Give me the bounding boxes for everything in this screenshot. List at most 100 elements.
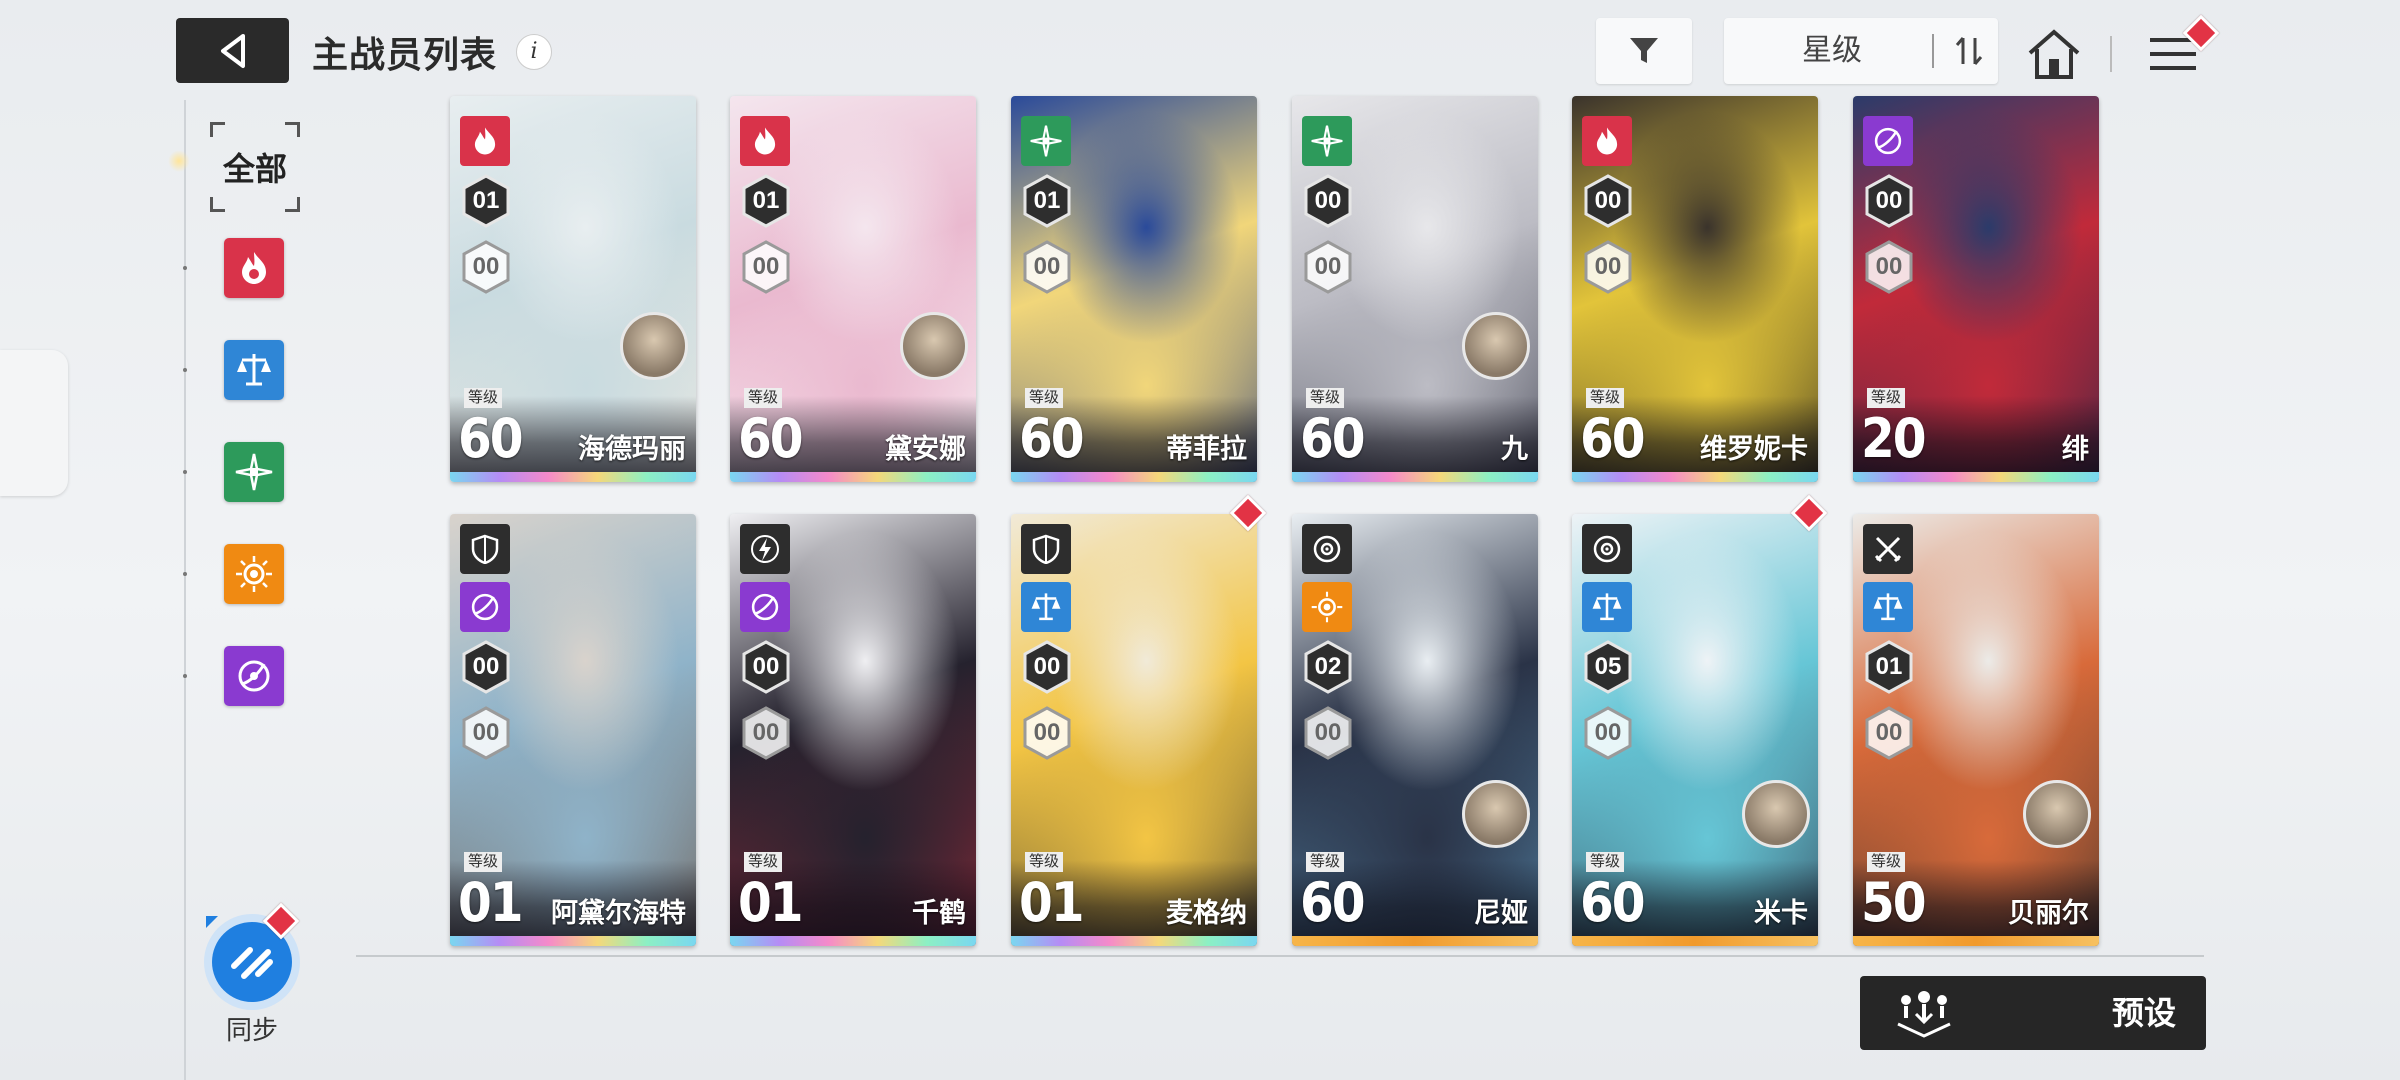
character-card[interactable]: 00 00 等级 60 维罗妮卡: [1572, 96, 1818, 482]
sync-button[interactable]: [200, 902, 304, 1014]
sub-rank-badge: 00: [1863, 706, 1915, 760]
selected-glow-icon: [168, 150, 190, 172]
rarity-stripe: [450, 472, 696, 482]
level-value: 60: [1580, 407, 1646, 470]
character-name: 黛安娜: [885, 434, 966, 464]
character-card[interactable]: 00 00 等级 20 绯: [1853, 96, 2099, 482]
filter-wind-button[interactable]: [224, 442, 284, 502]
level-tag: 等级: [744, 852, 783, 872]
sidebar-dot: [183, 266, 187, 270]
back-button[interactable]: [176, 18, 289, 83]
character-name: 维罗妮卡: [1700, 434, 1808, 464]
sidebar-dot: [183, 470, 187, 474]
menu-button[interactable]: [2136, 14, 2220, 86]
character-card[interactable]: 00 00 等级 01 阿黛尔海特: [450, 514, 696, 946]
rarity-stripe: [1011, 936, 1257, 946]
level-tag: 等级: [1586, 388, 1625, 408]
character-card[interactable]: 01 00 等级 50 贝丽尔: [1853, 514, 2099, 946]
crossed-swords-icon: [1863, 524, 1913, 574]
rank-badge: 00: [740, 640, 792, 694]
character-card[interactable]: 00 00 等级 01 千鹤: [730, 514, 976, 946]
left-edge-tab[interactable]: [0, 350, 68, 496]
rarity-stripe: [1011, 472, 1257, 482]
page-title: 主战员列表: [312, 34, 498, 75]
character-card[interactable]: 01 00 等级 60 海德玛丽: [450, 96, 696, 482]
fire-element-icon: [460, 116, 510, 166]
sidebar-dot: [183, 572, 187, 576]
home-button[interactable]: [2022, 24, 2086, 84]
filter-electric-button[interactable]: [224, 544, 284, 604]
wind-element-icon: [1021, 116, 1071, 166]
wind-star-icon: [235, 453, 273, 491]
sub-rank-badge: 00: [1302, 706, 1354, 760]
filter-tab-all[interactable]: 全部: [210, 122, 300, 212]
rarity-stripe: [730, 936, 976, 946]
filter-balance-button[interactable]: [224, 340, 284, 400]
character-card[interactable]: 02 00 等级 60 尼娅: [1292, 514, 1538, 946]
home-icon: [2028, 29, 2080, 79]
rarity-stripe: [1292, 936, 1538, 946]
void-element-icon: [1863, 116, 1913, 166]
level-value: 01: [1019, 871, 1085, 934]
level-value: 60: [458, 407, 524, 470]
character-name: 贝丽尔: [2008, 898, 2089, 928]
character-name: 海德玛丽: [578, 434, 686, 464]
lightning-icon: [740, 524, 790, 574]
character-card[interactable]: 05 00 等级 60 米卡: [1572, 514, 1818, 946]
level-value: 01: [458, 871, 524, 934]
sync-label: 同步: [225, 1015, 278, 1045]
fire-icon: [242, 252, 266, 284]
filter-funnel-icon: [1630, 38, 1658, 63]
sidebar-dot: [183, 368, 187, 372]
info-icon[interactable]: i: [516, 34, 552, 70]
rank-badge: 01: [740, 174, 792, 228]
fire-element-icon: [1582, 116, 1632, 166]
level-tag: 等级: [1867, 852, 1906, 872]
target-icon: [1582, 524, 1632, 574]
preset-button[interactable]: 预设: [1860, 976, 2206, 1050]
corner-mark: [285, 197, 300, 212]
sidebar-dot: [183, 674, 187, 678]
rarity-stripe: [1853, 936, 2099, 946]
filter-void-button[interactable]: [224, 646, 284, 706]
partner-avatar: [1742, 780, 1810, 848]
sort-order-toggle[interactable]: [1940, 18, 1998, 84]
level-tag: 等级: [744, 388, 783, 408]
void-swirl-icon: [238, 660, 270, 692]
character-card[interactable]: 00 00 等级 60 九: [1292, 96, 1538, 482]
rarity-stripe: [1572, 472, 1818, 482]
level-tag: 等级: [1306, 852, 1345, 872]
rarity-stripe: [1572, 936, 1818, 946]
level-value: 01: [738, 871, 804, 934]
balance-element-icon: [1582, 582, 1632, 632]
sort-selector[interactable]: 星级: [1724, 18, 1998, 84]
balance-element-icon: [1863, 582, 1913, 632]
shield-icon: [460, 524, 510, 574]
filter-button[interactable]: [1596, 18, 1692, 84]
rank-badge: 02: [1302, 640, 1354, 694]
level-tag: 等级: [1867, 388, 1906, 408]
level-tag: 等级: [464, 852, 503, 872]
rarity-stripe: [1853, 472, 2099, 482]
rank-badge: 00: [1582, 174, 1634, 228]
corner-mark: [210, 122, 225, 137]
level-tag: 等级: [1586, 852, 1625, 872]
rank-badge: 05: [1582, 640, 1634, 694]
electric-element-icon: [1302, 582, 1352, 632]
balance-element-icon: [1021, 582, 1071, 632]
level-value: 60: [738, 407, 804, 470]
character-card[interactable]: 01 00 等级 60 黛安娜: [730, 96, 976, 482]
rarity-stripe: [1292, 472, 1538, 482]
filter-tab-all-label: 全部: [222, 151, 287, 187]
filter-fire-button[interactable]: [224, 238, 284, 298]
corner-mark: [210, 197, 225, 212]
void-element-icon: [740, 582, 790, 632]
top-divider: [2110, 36, 2112, 72]
character-card[interactable]: 01 00 等级 60 蒂菲拉: [1011, 96, 1257, 482]
wind-element-icon: [1302, 116, 1352, 166]
sort-divider: [1932, 34, 1934, 68]
level-value: 60: [1300, 871, 1366, 934]
partner-avatar: [1462, 780, 1530, 848]
character-name: 九: [1501, 434, 1528, 464]
character-card[interactable]: 00 00 等级 01 麦格纳: [1011, 514, 1257, 946]
